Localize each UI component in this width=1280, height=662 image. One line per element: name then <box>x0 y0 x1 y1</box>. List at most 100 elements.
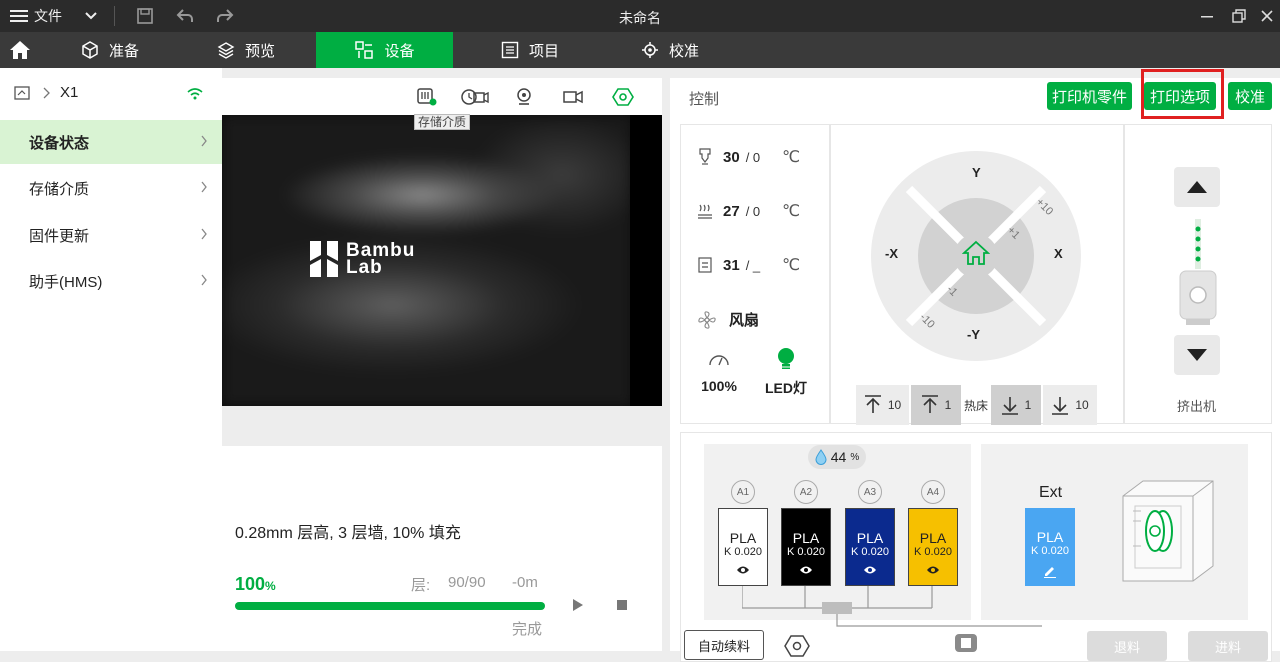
sidebar-item-device-status[interactable]: 设备状态 <box>0 120 222 164</box>
sidebar-item-label: 助手(HMS) <box>29 273 103 291</box>
temp-unit: ℃ <box>782 257 801 274</box>
bed-down-10-button[interactable]: 10 <box>1043 385 1097 425</box>
filament-hub-icon <box>955 634 977 652</box>
slot-k-value: K 0.020 <box>724 546 762 558</box>
progress-fill <box>235 602 545 610</box>
nozzle-temp-row[interactable]: 30 / 0 ℃ <box>697 147 800 167</box>
logo-line-2: Lab <box>346 257 383 278</box>
humidity-badge[interactable]: 44% <box>808 445 866 469</box>
tab-preview-label: 预览 <box>244 42 275 60</box>
sidebar-item-hms[interactable]: 助手(HMS) <box>0 259 222 303</box>
ams-slot[interactable]: PLA K 0.020 <box>845 508 895 586</box>
arrow-up-icon <box>864 395 881 413</box>
calibration-button[interactable]: 校准 <box>1228 82 1272 110</box>
slot-type: PLA <box>856 530 884 546</box>
ams-slot-id[interactable]: A4 <box>921 480 945 504</box>
speed-gauge-icon <box>709 355 729 366</box>
auto-refill-button[interactable]: 自动续料 <box>684 630 764 660</box>
layer-count: 90/90 <box>448 574 486 591</box>
tab-bar: 准备 预览 设备 项目 校准 <box>0 32 1280 68</box>
eye-icon[interactable] <box>863 565 877 575</box>
bed-down-1-button[interactable]: 1 <box>991 385 1041 425</box>
camera-feed: Bambu Lab <box>222 115 662 406</box>
fan-label: 风扇 <box>729 312 760 329</box>
ext-slot-k: K 0.020 <box>1031 545 1069 557</box>
speed-value: 100% <box>701 378 737 394</box>
camera-settings-icon[interactable] <box>612 87 634 107</box>
play-icon[interactable] <box>572 598 584 612</box>
chamber-icon <box>698 257 712 273</box>
ams-slot[interactable]: PLA K 0.020 <box>718 508 768 586</box>
printer-parts-button[interactable]: 打印机零件 <box>1047 82 1132 110</box>
axis-x-label: X <box>1054 246 1063 261</box>
printer-icon <box>14 85 30 100</box>
fan-row[interactable]: 风扇 <box>697 309 759 330</box>
video-record-icon[interactable] <box>562 87 584 107</box>
tab-device[interactable]: 设备 <box>316 32 453 68</box>
nozzle-target: / 0 <box>745 149 761 165</box>
list-icon <box>501 41 519 59</box>
layer-label: 层: <box>411 577 431 594</box>
camera-toolbar <box>222 78 662 115</box>
extrude-up-button[interactable] <box>1174 167 1220 207</box>
bed-temp: 27 <box>723 202 740 220</box>
temp-unit: ℃ <box>782 149 801 166</box>
bed-down-1-label: 1 <box>1024 398 1032 412</box>
ams-slot-id[interactable]: A3 <box>858 480 882 504</box>
ams-slot[interactable]: PLA K 0.020 <box>908 508 958 586</box>
tab-prepare-label: 准备 <box>108 42 139 60</box>
tab-calibration[interactable]: 校准 <box>620 32 720 68</box>
fan-icon <box>698 310 716 329</box>
close-icon[interactable] <box>1258 7 1276 25</box>
bed-down-10-label: 10 <box>1075 398 1089 412</box>
nozzle-icon <box>699 148 711 165</box>
job-status: 完成 <box>512 621 543 638</box>
chevron-right-icon <box>201 181 207 193</box>
percent-unit: % <box>265 579 276 593</box>
ams-settings-icon[interactable] <box>784 634 810 658</box>
load-button[interactable]: 进料 <box>1188 631 1268 661</box>
device-icon <box>355 41 374 59</box>
eye-icon[interactable] <box>736 565 750 575</box>
title-bar: 文件 未命名 <box>0 0 1280 32</box>
slot-type: PLA <box>729 530 757 546</box>
edit-pencil-icon[interactable] <box>1043 564 1057 578</box>
bed-up-1-button[interactable]: 1 <box>911 385 961 425</box>
timelapse-icon[interactable] <box>460 87 490 107</box>
home-tab[interactable] <box>0 32 40 68</box>
extruder-card: 挤出机 <box>1124 124 1272 424</box>
ams-slot[interactable]: PLA K 0.020 <box>781 508 831 586</box>
slot-k-value: K 0.020 <box>914 546 952 558</box>
axis-neg-x-label: -X <box>885 246 898 261</box>
ext-spool-slot[interactable]: PLA K 0.020 <box>1025 508 1075 586</box>
chevron-right-icon <box>201 135 207 147</box>
eye-icon[interactable] <box>799 565 813 575</box>
restore-icon[interactable] <box>1230 7 1248 25</box>
extrude-down-button[interactable] <box>1174 335 1220 375</box>
stop-icon[interactable] <box>616 599 628 611</box>
axis-neg-y-label: -Y <box>967 327 980 342</box>
sidebar-item-firmware[interactable]: 固件更新 <box>0 213 222 257</box>
unload-button[interactable]: 退料 <box>1087 631 1167 661</box>
home-axes-icon[interactable] <box>962 240 990 266</box>
slot-k-value: K 0.020 <box>787 546 825 558</box>
tab-preview[interactable]: 预览 <box>196 32 296 68</box>
bed-temp-row[interactable]: 27 / 0 ℃ <box>697 201 800 221</box>
led-toggle[interactable]: LED灯 <box>763 347 809 398</box>
storage-icon[interactable] <box>416 87 438 107</box>
webcam-icon[interactable] <box>514 87 534 107</box>
wifi-icon <box>187 88 203 100</box>
progress-percent: 100% <box>235 574 276 595</box>
layers-icon <box>217 42 235 59</box>
tab-project[interactable]: 项目 <box>480 32 580 68</box>
ext-label: Ext <box>1039 484 1063 501</box>
tab-prepare[interactable]: 准备 <box>60 32 160 68</box>
ams-slot-id[interactable]: A1 <box>731 480 755 504</box>
speed-control[interactable]: 100% <box>699 351 739 394</box>
sidebar-item-storage[interactable]: 存储介质 <box>0 166 222 210</box>
eye-icon[interactable] <box>926 565 940 575</box>
printer-selector[interactable]: X1 <box>14 84 78 101</box>
ams-slot-id[interactable]: A2 <box>794 480 818 504</box>
bed-up-10-button[interactable]: 10 <box>856 385 909 425</box>
minimize-icon[interactable] <box>1198 7 1216 25</box>
